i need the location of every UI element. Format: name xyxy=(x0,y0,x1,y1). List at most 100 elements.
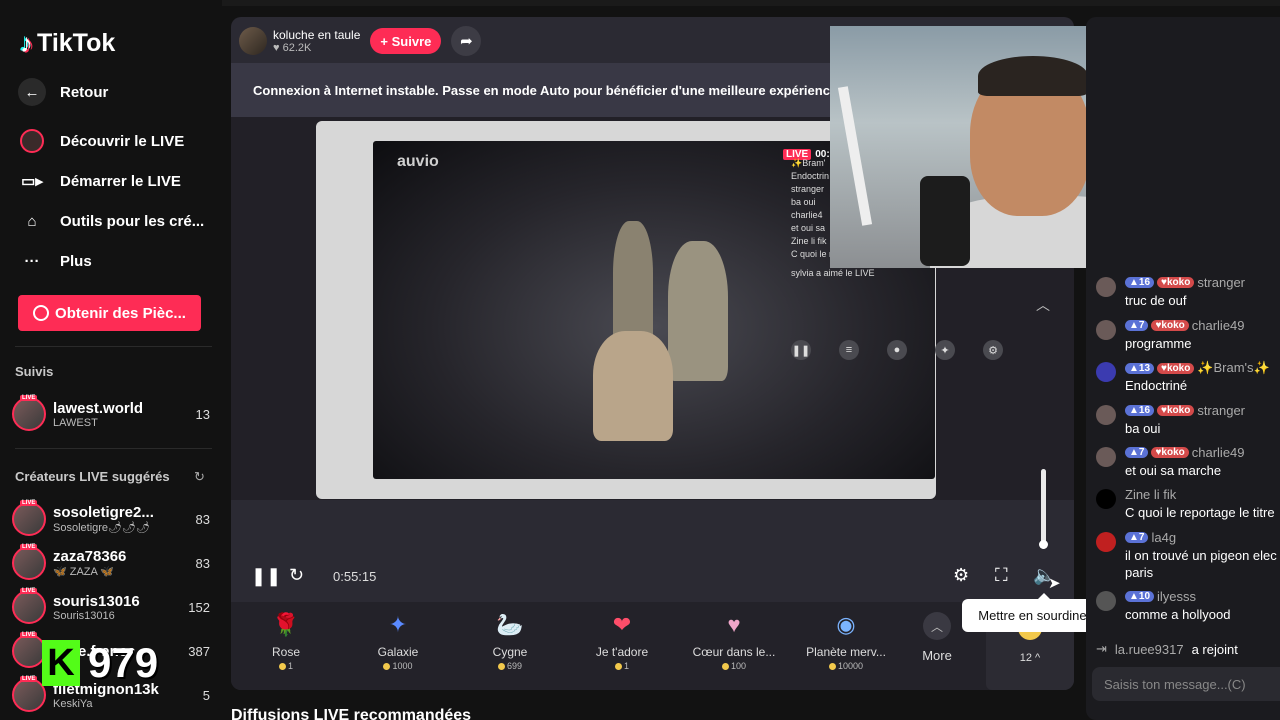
scene-figure xyxy=(668,241,728,381)
mic-arm xyxy=(837,86,873,226)
chat-message-input[interactable]: Saisis ton message...(C) xyxy=(1092,667,1280,701)
kick-viewer-number: 979 xyxy=(88,639,159,686)
gift-price: 10000 xyxy=(791,661,901,671)
gift-price-value: 100 xyxy=(730,661,747,671)
suggested-item[interactable]: LIVE souris13016 Souris13016 152 xyxy=(12,588,210,626)
gift-swan[interactable]: 🦢 Cygne 699 xyxy=(455,608,565,671)
chat-user[interactable]: charlie49 xyxy=(1192,445,1245,460)
avatar[interactable] xyxy=(1096,489,1116,509)
creator-meta: zaza78366 🦋 ZAZA 🦋 xyxy=(53,548,192,578)
suggested-item[interactable]: LIVE sosoletigre2... Sosoletigre🌶🌶🌶 83 xyxy=(12,500,210,538)
gift-rose[interactable]: 🌹 Rose 1 xyxy=(231,608,341,671)
refresh-stream-icon[interactable]: ↻ xyxy=(289,565,304,586)
chat-meta: ▲16 ♥koko stranger xyxy=(1125,403,1245,418)
creator-sub: 🦋 ZAZA 🦋 xyxy=(53,566,115,578)
creator-meta: souris13016 Souris13016 xyxy=(53,593,184,622)
chat-text: ba oui xyxy=(1125,421,1161,436)
fullscreen-icon[interactable]: ⛶ xyxy=(995,565,1008,586)
share-icon[interactable]: ➦ xyxy=(451,26,482,56)
gift-name: Planète merv... xyxy=(806,645,886,659)
chat-user[interactable]: Zine li fik xyxy=(1125,487,1176,502)
fan-badge: ♥koko xyxy=(1157,405,1195,416)
chat-user[interactable]: ✨Bram's✨ xyxy=(1197,360,1269,376)
gift-love-you[interactable]: ❤ Je t'adore 1 xyxy=(567,608,677,671)
avatar: LIVE xyxy=(12,676,46,712)
tiktok-note-icon: ♪ xyxy=(20,28,33,58)
gift-price-value: 1 xyxy=(623,661,629,671)
recommended-title: Diffusions LIVE recommandées xyxy=(231,707,472,720)
gift-name: Cœur dans le... xyxy=(692,645,776,659)
chat-user[interactable]: charlie49 xyxy=(1192,318,1245,333)
back-button[interactable]: ← Retour xyxy=(18,78,108,106)
gift-price-value: 10000 xyxy=(837,661,864,671)
avatar: LIVE xyxy=(12,544,46,580)
refresh-icon[interactable]: ↻ xyxy=(194,469,205,485)
volume-fill xyxy=(1041,469,1046,549)
settings-gear-icon[interactable]: ⚙ xyxy=(953,565,969,586)
creator-meta: lawest.world LAWEST xyxy=(53,400,192,429)
gift-planet[interactable]: ◉ Planète merv... 10000 xyxy=(791,608,901,671)
viewer-count: 83 xyxy=(195,555,210,571)
avatar[interactable] xyxy=(1096,405,1116,425)
chat-user[interactable]: la4g xyxy=(1151,530,1176,545)
joined-user[interactable]: la.ruee9317 xyxy=(1115,642,1184,657)
level-badge: ▲7 xyxy=(1125,447,1149,458)
gift-galaxy[interactable]: ✦ Galaxie 1000 xyxy=(343,608,453,671)
fan-badge: ♥koko xyxy=(1157,277,1195,288)
host-avatar[interactable] xyxy=(239,27,267,55)
nav-start-live[interactable]: ▭▸ Démarrer le LIVE xyxy=(18,167,181,195)
nav-more[interactable]: ··· Plus xyxy=(18,247,92,275)
arrow-left-icon: ← xyxy=(18,78,46,106)
chat-meta: ▲10 ilyesss xyxy=(1125,589,1196,604)
chat-text: C quoi le reportage le titre xyxy=(1125,505,1275,520)
avatar[interactable] xyxy=(1096,320,1116,340)
nav-creator-tools[interactable]: ⌂ Outils pour les cré... xyxy=(18,207,204,235)
joined-text: a rejoint xyxy=(1191,641,1238,657)
microphone xyxy=(920,176,970,266)
avatar[interactable] xyxy=(1096,362,1116,382)
tiktok-logo[interactable]: ♪ TikTok xyxy=(20,28,115,59)
gift-name: Cygne xyxy=(492,645,528,659)
avatar[interactable] xyxy=(1096,591,1116,611)
chat-meta: Zine li fik xyxy=(1125,487,1176,502)
volume-knob[interactable] xyxy=(1039,540,1048,549)
creator-sub: LAWEST xyxy=(53,416,98,429)
avatar[interactable] xyxy=(1096,447,1116,467)
following-title: Suivis xyxy=(15,364,54,379)
join-icon: ⇥ xyxy=(1096,641,1107,656)
chat-user[interactable]: stranger xyxy=(1197,275,1245,290)
fan-badge: ♥koko xyxy=(1157,362,1195,374)
avatar[interactable] xyxy=(1096,532,1116,552)
viewer-count: 13 xyxy=(195,406,210,422)
gift-bar: 🌹 Rose 1 ✦ Galaxie 1000 🦢 Cygne 699 ❤ Je… xyxy=(231,602,1074,690)
more-gifts-button[interactable]: ︿ More xyxy=(921,612,953,663)
chat-user[interactable]: stranger xyxy=(1197,403,1245,418)
chat-text: comme a hollyood xyxy=(1125,607,1231,622)
gift-price-value: 1 xyxy=(287,661,293,671)
coin-icon xyxy=(721,662,729,670)
viewer-count: 152 xyxy=(188,599,210,615)
chat-meta: ▲7 ♥koko charlie49 xyxy=(1125,445,1245,460)
following-item-lawest[interactable]: LIVE lawest.world LAWEST 13 xyxy=(12,395,210,433)
chat-user[interactable]: ilyesss xyxy=(1157,589,1196,604)
volume-slider[interactable] xyxy=(1041,469,1046,549)
chevron-up-icon[interactable]: ︿ xyxy=(1036,295,1050,315)
creator-name: souris13016 xyxy=(53,592,140,610)
level-badge: ▲7 xyxy=(1125,532,1149,543)
camera-icon: ▭▸ xyxy=(21,173,43,190)
nav-discover-live[interactable]: Découvrir le LIVE xyxy=(18,127,184,155)
creator-tools-icon: ⌂ xyxy=(27,212,37,230)
avatar[interactable] xyxy=(1096,277,1116,297)
get-coins-button[interactable]: Obtenir des Pièc... xyxy=(18,295,201,331)
get-coins-label: Obtenir des Pièc... xyxy=(55,304,186,322)
creator-sub: Souris13016 xyxy=(53,609,115,622)
host-name[interactable]: koluche en taule xyxy=(273,28,360,42)
creator-name: lawest.world xyxy=(53,399,144,417)
gift-heart-hands[interactable]: ♥ Cœur dans le... 100 xyxy=(679,608,789,671)
elapsed-time: 0:55:15 xyxy=(333,569,377,584)
pause-button[interactable]: ❚❚ xyxy=(251,566,281,587)
suggested-item[interactable]: LIVE zaza78366 🦋 ZAZA 🦋 83 xyxy=(12,544,210,582)
effects-icon: ● xyxy=(887,340,907,360)
follow-button[interactable]: + Suivre xyxy=(370,28,442,54)
chat-meta: ▲7 ♥koko charlie49 xyxy=(1125,318,1245,333)
